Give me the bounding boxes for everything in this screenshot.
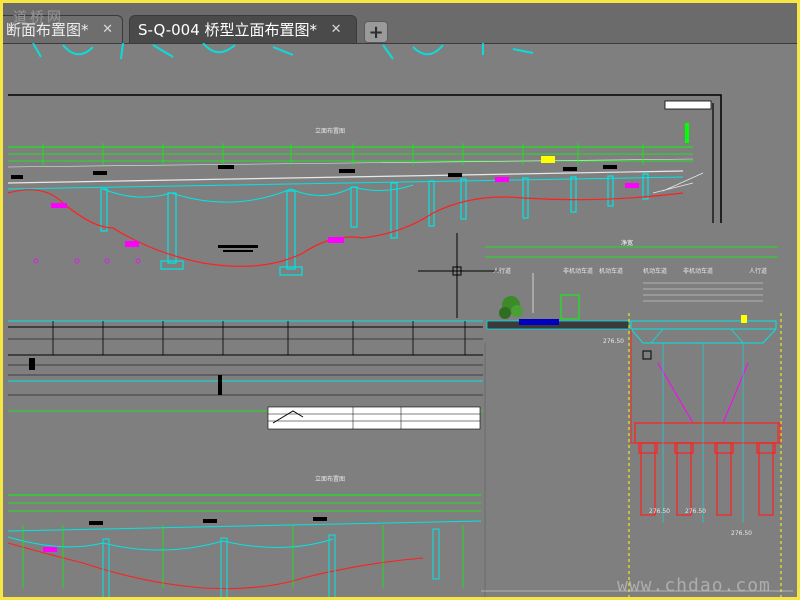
elevation-label: 276.50 xyxy=(685,508,706,515)
piers xyxy=(100,173,649,276)
svg-text:立面布置图: 立面布置图 xyxy=(315,127,345,135)
lane-label: 机动车道 xyxy=(599,267,623,275)
elevation-tags xyxy=(11,156,639,252)
elevation-label: 276.50 xyxy=(731,530,752,537)
watermark-logo: 道桥网 xyxy=(13,10,64,26)
lane-label: 人行道 xyxy=(749,267,767,275)
elevation-drawing-bottom: 立面布置图 xyxy=(7,475,482,597)
pile-columns xyxy=(638,442,776,516)
svg-text:立面布置图: 立面布置图 xyxy=(315,475,345,483)
lane-labels: 人行道 非机动车道 机动车道 机动车道 非机动车道 人行道 xyxy=(493,267,767,275)
lane-label: 机动车道 xyxy=(643,267,667,275)
lane-label: 非机动车道 xyxy=(563,267,593,275)
plan-view xyxy=(8,320,483,430)
cad-crosshair xyxy=(418,233,498,318)
elevation-label: 276.50 xyxy=(649,508,670,515)
lane-label: 人行道 xyxy=(493,267,511,275)
tab-bridge-elevation-layout[interactable]: S-Q-004 桥型立面布置图* ✕ xyxy=(129,15,357,43)
document-tab-bar: 断面布置图* ✕ S-Q-004 桥型立面布置图* ✕ + xyxy=(3,3,797,44)
elevation-drawing-top: 立面布置图 xyxy=(7,94,722,318)
cad-window: 断面布置图* ✕ S-Q-004 桥型立面布置图* ✕ + 道桥网 立面布置图 xyxy=(0,0,800,600)
close-icon[interactable]: ✕ xyxy=(101,22,115,37)
tab-label: S-Q-004 桥型立面布置图* xyxy=(138,21,318,39)
title-strokes xyxy=(32,43,534,60)
close-icon[interactable]: ✕ xyxy=(329,22,343,37)
svg-text:净宽: 净宽 xyxy=(621,239,633,247)
drawing-canvas[interactable]: 立面布置图 净宽 人行道 非机动车道 机动车道 机动车道 非机动车道 人行道 2… xyxy=(3,43,800,600)
new-tab-button[interactable]: + xyxy=(364,21,388,43)
lane-label: 非机动车道 xyxy=(683,267,713,275)
cross-section-detail: 净宽 人行道 非机动车道 机动车道 机动车道 非机动车道 人行道 276.50 … xyxy=(481,239,793,597)
watermark-url: www.chdao.com xyxy=(617,575,771,596)
svg-text:276.50: 276.50 xyxy=(603,338,624,345)
